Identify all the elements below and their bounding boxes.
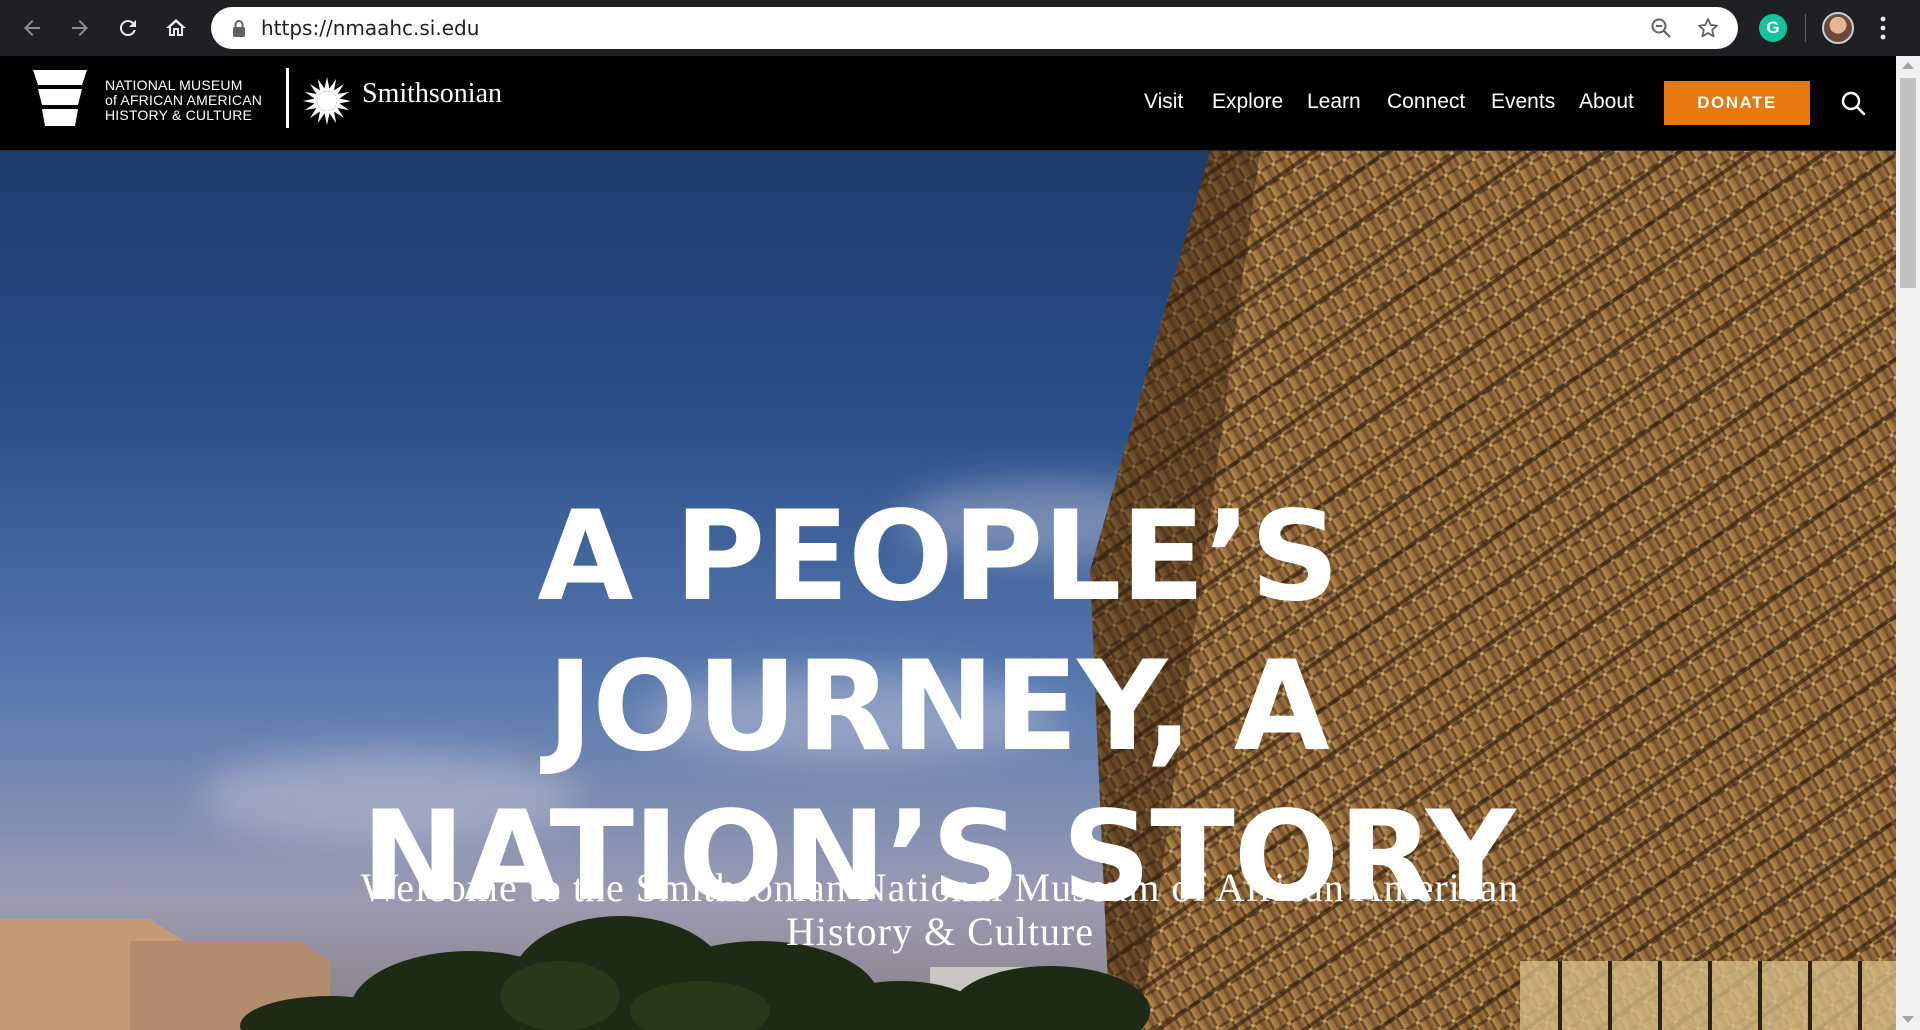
donate-button[interactable]: DONATE bbox=[1664, 81, 1810, 125]
nav-visit[interactable]: Visit bbox=[1144, 86, 1183, 118]
address-bar[interactable]: https://nmaahc.si.edu bbox=[211, 7, 1738, 49]
forward-arrow-icon[interactable] bbox=[64, 12, 96, 44]
scroll-down-arrow-icon[interactable] bbox=[1902, 1016, 1914, 1023]
reload-icon[interactable] bbox=[112, 12, 144, 44]
page-scrollbar[interactable] bbox=[1896, 56, 1920, 1030]
home-icon[interactable] bbox=[160, 12, 192, 44]
zoom-icon[interactable] bbox=[1649, 16, 1673, 40]
kebab-menu-icon[interactable] bbox=[1876, 14, 1890, 42]
scroll-thumb[interactable] bbox=[1900, 78, 1916, 288]
main-nav: Visit Explore Learn Connect Events About… bbox=[0, 56, 1896, 151]
avatar[interactable] bbox=[1822, 12, 1854, 44]
lock-icon bbox=[233, 20, 245, 37]
hero-title-line: A PEOPLE’S bbox=[537, 485, 1339, 630]
star-icon[interactable] bbox=[1696, 16, 1720, 40]
toolbar-divider bbox=[1805, 14, 1806, 42]
nav-learn[interactable]: Learn bbox=[1307, 86, 1361, 118]
grammarly-icon[interactable]: G bbox=[1759, 14, 1787, 42]
search-icon[interactable] bbox=[1840, 90, 1866, 116]
nav-explore[interactable]: Explore bbox=[1212, 86, 1283, 118]
scroll-up-arrow-icon[interactable] bbox=[1902, 62, 1914, 69]
url-text[interactable]: https://nmaahc.si.edu bbox=[261, 7, 479, 49]
hero-title-line: JOURNEY, A bbox=[547, 635, 1330, 780]
hero-banner: A PEOPLE’S JOURNEY, A NATION’S STORY Wel… bbox=[0, 151, 1896, 1030]
browser-toolbar: https://nmaahc.si.edu G bbox=[0, 0, 1920, 56]
hero-subtitle-line: Welcome to the Smithsonian National Muse… bbox=[360, 865, 1520, 910]
nav-connect[interactable]: Connect bbox=[1387, 86, 1465, 118]
hero-subtitle: Welcome to the Smithsonian National Muse… bbox=[300, 866, 1580, 954]
nav-about[interactable]: About bbox=[1579, 86, 1634, 118]
site-header: NATIONAL MUSEUM of AFRICAN AMERICAN HIST… bbox=[0, 56, 1896, 151]
hero-subtitle-line: History & Culture bbox=[785, 909, 1095, 954]
back-arrow-icon[interactable] bbox=[16, 12, 48, 44]
nav-events[interactable]: Events bbox=[1491, 86, 1555, 118]
